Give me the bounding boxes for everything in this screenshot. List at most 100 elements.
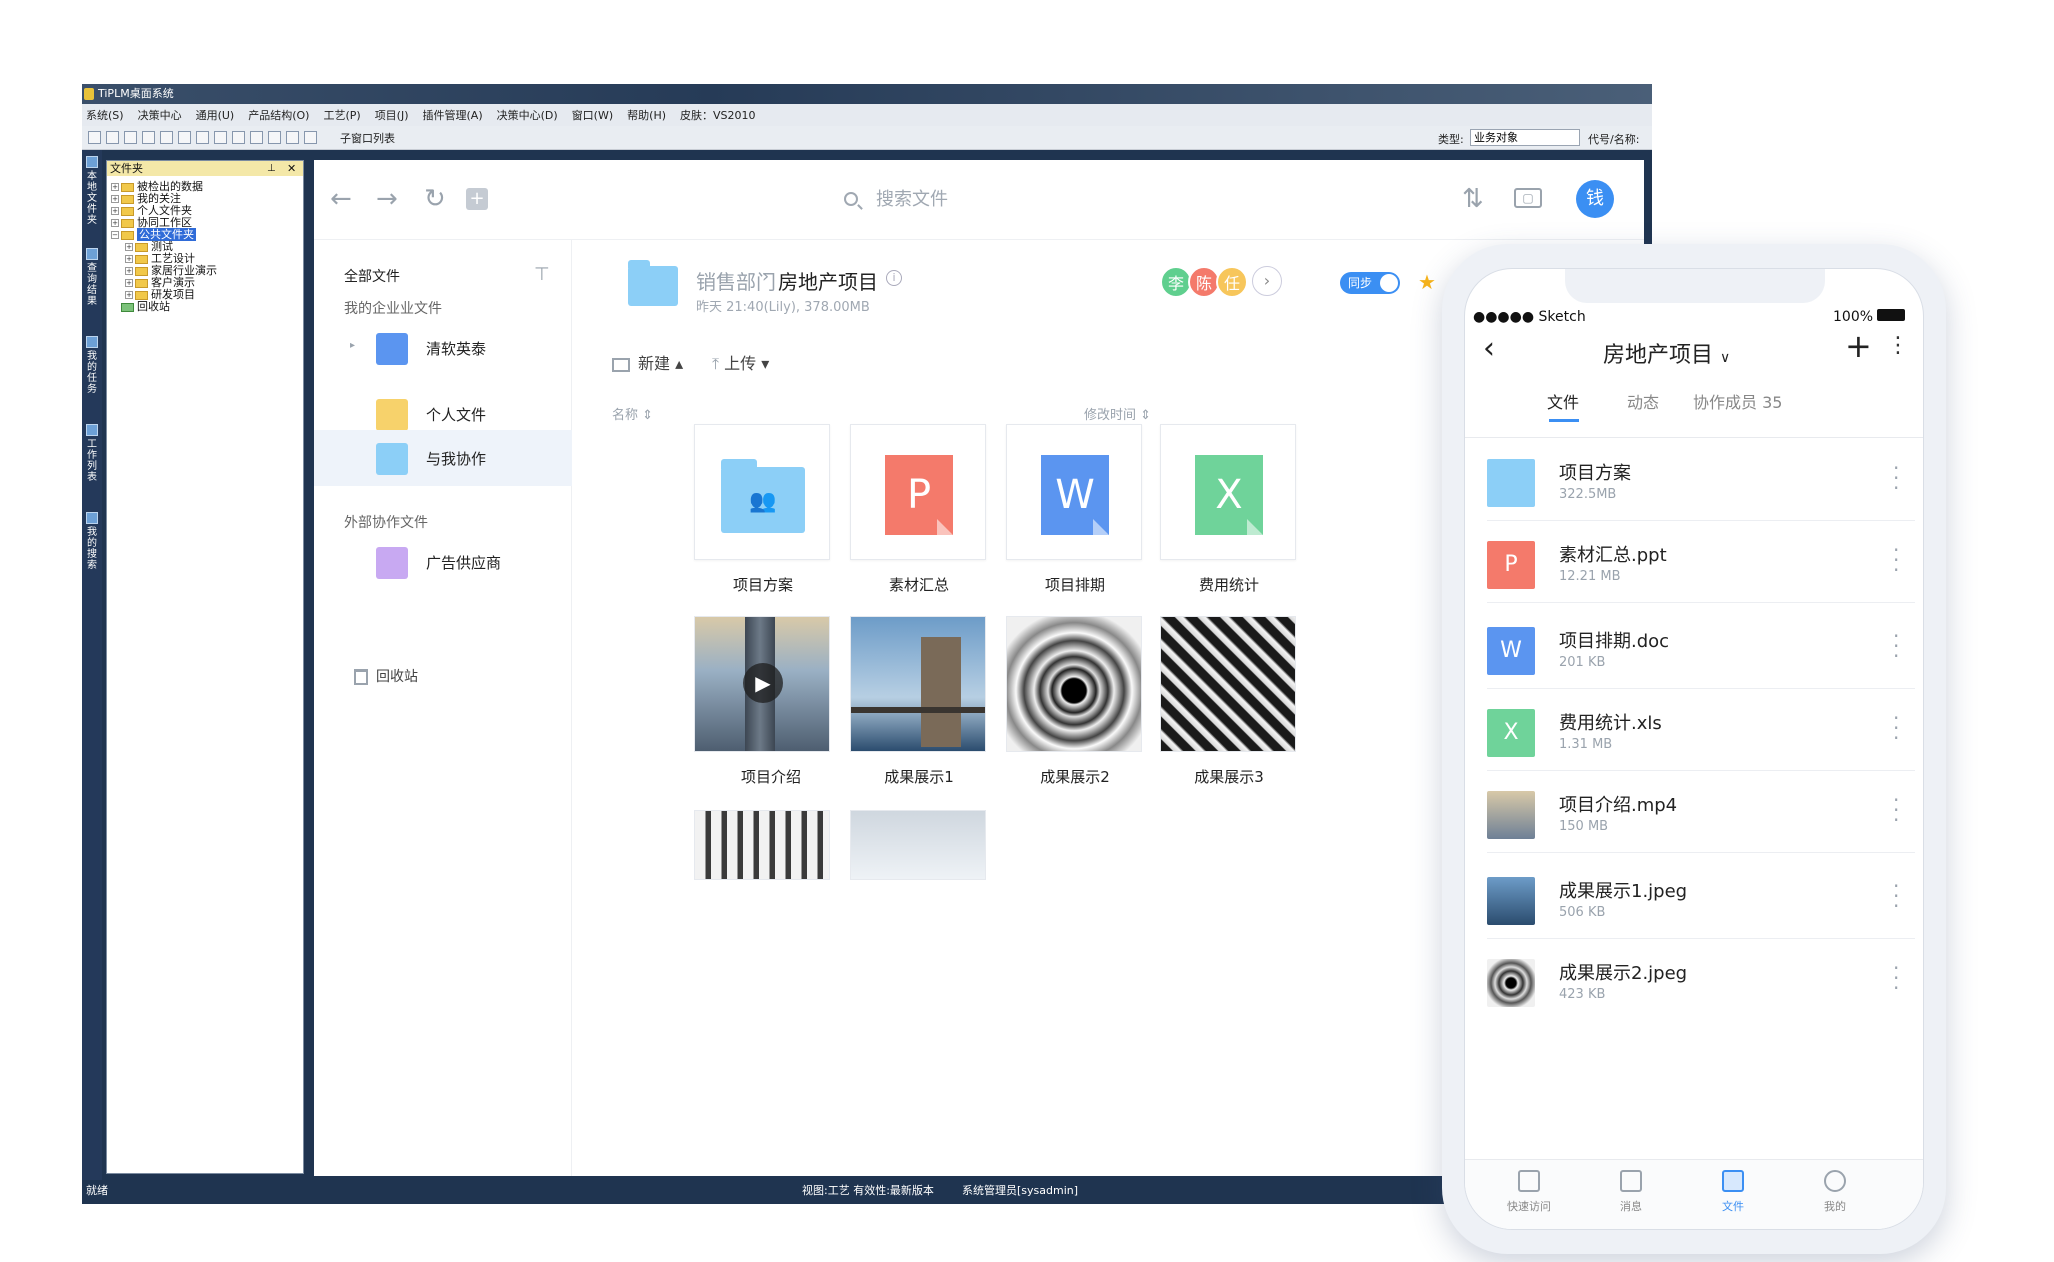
image-thumbnail[interactable]	[1160, 616, 1296, 752]
list-item[interactable]: 项目方案 322.5MB · · ·	[1465, 441, 1923, 521]
tab-activity[interactable]: 动态	[1627, 389, 1659, 413]
menu-help[interactable]: 帮助(H)	[627, 107, 666, 123]
list-item[interactable]: 成果展示1.jpeg 506 KB · · ·	[1465, 859, 1923, 939]
toolbar-cascade-icon[interactable]	[286, 131, 299, 144]
menu-decision[interactable]: 决策中心	[138, 107, 182, 123]
upload-button[interactable]: ⤒ 上传 ▾	[712, 350, 769, 374]
nav-quick-access[interactable]: 快速访问	[1489, 1170, 1569, 1214]
menu-system[interactable]: 系统(S)	[86, 107, 124, 123]
expand-icon[interactable]: +	[125, 291, 133, 299]
tree-node-recycle[interactable]: 回收站	[121, 300, 170, 313]
tab-members[interactable]: 协作成员 35	[1693, 389, 1782, 413]
toolbar-cut-icon[interactable]	[178, 131, 191, 144]
back-arrow-icon[interactable]: ←	[330, 186, 352, 212]
tab-files[interactable]: 文件	[1547, 389, 1579, 413]
image-thumbnail[interactable]	[850, 616, 986, 752]
add-icon[interactable]: +	[466, 188, 488, 210]
sidebar-item-ad-supplier[interactable]: 广告供应商	[314, 534, 572, 590]
add-icon[interactable]: +	[1845, 327, 1872, 365]
expand-icon[interactable]: +	[111, 207, 119, 215]
expand-icon[interactable]: +	[111, 219, 119, 227]
more-vertical-icon[interactable]: · · ·	[1893, 626, 1899, 666]
sidebar-item-shared-with-me[interactable]: 与我协作	[314, 430, 572, 486]
file-card-folder[interactable]: 👥	[694, 424, 830, 560]
collapse-icon[interactable]: −	[111, 231, 119, 239]
refresh-icon[interactable]: ↻	[424, 186, 446, 212]
play-icon[interactable]: ▶	[743, 663, 783, 703]
column-modified-header[interactable]: 修改时间 ⇕	[1084, 404, 1151, 423]
phone-title[interactable]: 房地产项目 ∨	[1603, 337, 1730, 369]
expand-icon[interactable]: +	[125, 243, 133, 251]
more-vertical-icon[interactable]: · · ·	[1893, 458, 1899, 498]
chevron-right-icon[interactable]: ›	[1252, 266, 1282, 296]
expand-icon[interactable]: +	[111, 183, 119, 191]
vtab-local-folder[interactable]: 本地文件夹	[84, 156, 100, 226]
toolbar-new-icon[interactable]	[106, 131, 119, 144]
image-thumbnail[interactable]	[850, 810, 986, 880]
menu-process[interactable]: 工艺(P)	[323, 107, 360, 123]
sort-icon[interactable]: ⇅	[1462, 184, 1484, 214]
search-input[interactable]: 搜索文件	[844, 185, 1044, 215]
vtab-work-list[interactable]: 工作列表	[84, 424, 100, 483]
org-tree-icon[interactable]: ⊤	[534, 264, 550, 285]
expand-caret-icon[interactable]: ▸	[350, 340, 355, 351]
pin-icon[interactable]: ⊥	[267, 161, 276, 176]
image-thumbnail[interactable]	[694, 810, 830, 880]
more-vertical-icon[interactable]: ⋮	[1887, 333, 1909, 358]
screen-icon[interactable]: ▢	[1514, 188, 1542, 208]
toolbar-list-icon[interactable]	[160, 131, 173, 144]
sidebar-item-qingruan[interactable]: ▸ 清软英泰	[314, 320, 572, 376]
toolbar-doc-icon[interactable]	[196, 131, 209, 144]
back-icon[interactable]: ‹	[1483, 331, 1495, 366]
menu-skin[interactable]: 皮肤：VS2010	[680, 107, 756, 123]
more-vertical-icon[interactable]: · · ·	[1893, 790, 1899, 830]
toolbar-arrange-icon[interactable]	[304, 131, 317, 144]
toolbar-gear-icon[interactable]	[124, 131, 137, 144]
more-vertical-icon[interactable]: · · ·	[1893, 708, 1899, 748]
menu-product[interactable]: 产品结构(O)	[248, 107, 309, 123]
user-avatar[interactable]: 钱	[1576, 180, 1614, 218]
column-name-header[interactable]: 名称 ⇕	[612, 404, 653, 423]
list-item[interactable]: X 费用统计.xls 1.31 MB · · ·	[1465, 691, 1923, 771]
expand-icon[interactable]: +	[125, 267, 133, 275]
file-card-ppt[interactable]: P	[850, 424, 986, 560]
new-button[interactable]: 新建 ▴	[612, 350, 683, 374]
sidebar-recycle-bin[interactable]: 回收站	[354, 666, 418, 686]
toolbar-grid-icon[interactable]	[232, 131, 245, 144]
more-vertical-icon[interactable]: · · ·	[1893, 540, 1899, 580]
sidebar-all-files[interactable]: 全部文件	[344, 266, 400, 286]
menu-general[interactable]: 通用(U)	[196, 107, 235, 123]
expand-icon[interactable]: +	[125, 255, 133, 263]
list-item[interactable]: W 项目排期.doc 201 KB · · ·	[1465, 609, 1923, 689]
more-vertical-icon[interactable]: · · ·	[1893, 958, 1899, 998]
subwindow-list-button[interactable]: 子窗口列表	[340, 130, 395, 146]
video-thumbnail[interactable]: ▶	[694, 616, 830, 752]
menu-window[interactable]: 窗口(W)	[572, 107, 613, 123]
image-thumbnail[interactable]	[1006, 616, 1142, 752]
toolbar-copy-icon[interactable]	[214, 131, 227, 144]
forward-arrow-icon[interactable]: →	[376, 186, 398, 212]
vtab-my-search[interactable]: 我的搜索	[84, 512, 100, 571]
sync-toggle[interactable]: 同步	[1340, 272, 1400, 294]
type-select[interactable]: 业务对象	[1470, 129, 1580, 146]
list-item[interactable]: 项目介绍.mp4 150 MB · · ·	[1465, 773, 1923, 853]
file-card-xls[interactable]: X	[1160, 424, 1296, 560]
toolbar-tile-icon[interactable]	[268, 131, 281, 144]
menu-project[interactable]: 项目(J)	[375, 107, 409, 123]
toolbar-window-icon[interactable]	[250, 131, 263, 144]
more-vertical-icon[interactable]: · · ·	[1893, 876, 1899, 916]
nav-messages[interactable]: 消息	[1591, 1170, 1671, 1214]
menu-decision-center[interactable]: 决策中心(D)	[497, 107, 558, 123]
nav-files[interactable]: 文件	[1693, 1170, 1773, 1214]
vtab-my-tasks[interactable]: 我的任务	[84, 336, 100, 395]
info-icon[interactable]: i	[886, 270, 902, 286]
expand-icon[interactable]: +	[125, 279, 133, 287]
list-item[interactable]: P 素材汇总.ppt 12.21 MB · · ·	[1465, 523, 1923, 603]
member-avatar[interactable]: 任	[1216, 266, 1248, 298]
expand-icon[interactable]: +	[111, 195, 119, 203]
toolbar-folder-icon[interactable]	[88, 131, 101, 144]
star-icon[interactable]: ★	[1418, 270, 1436, 294]
nav-me[interactable]: 我的	[1795, 1170, 1875, 1214]
toolbar-refresh-icon[interactable]	[142, 131, 155, 144]
vtab-query-results[interactable]: 查询结果	[84, 248, 100, 307]
